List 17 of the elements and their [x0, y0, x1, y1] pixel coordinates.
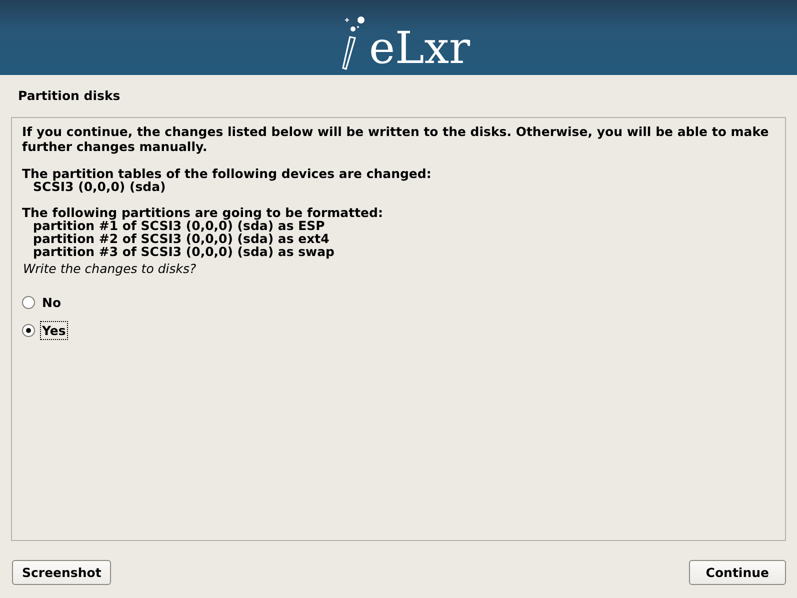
question-text: Write the changes to disks?	[23, 261, 198, 276]
section-heading: The following partitions are going to be formatted:	[22, 206, 384, 219]
option-label[interactable]: Yes	[41, 322, 67, 338]
section-heading: The partition tables of the following devices are changed:	[22, 167, 432, 180]
intro-text: If you continue, the changes listed below will be written to the disks. Otherwise, you will be able to make further changes manually.	[22, 124, 770, 154]
list-item: SCSI3 (0,0,0) (sda)	[32, 180, 167, 193]
logo-text: eLxr	[368, 27, 470, 71]
option-label[interactable]: No	[41, 294, 62, 310]
test-tube-icon	[340, 15, 367, 71]
list-item: partition #2 of SCSI3 (0,0,0) (sda) as ext4	[32, 232, 330, 245]
screenshot-button[interactable]: Screenshot	[12, 560, 112, 585]
radio-button[interactable]	[22, 296, 35, 308]
list-item: partition #3 of SCSI3 (0,0,0) (sda) as swap	[32, 245, 336, 258]
list-item: partition #1 of SCSI3 (0,0,0) (sda) as ESP	[32, 219, 326, 232]
continue-button[interactable]: Continue	[688, 560, 786, 585]
page-title: Partition disks	[17, 87, 122, 105]
radio-button[interactable]	[22, 324, 35, 336]
